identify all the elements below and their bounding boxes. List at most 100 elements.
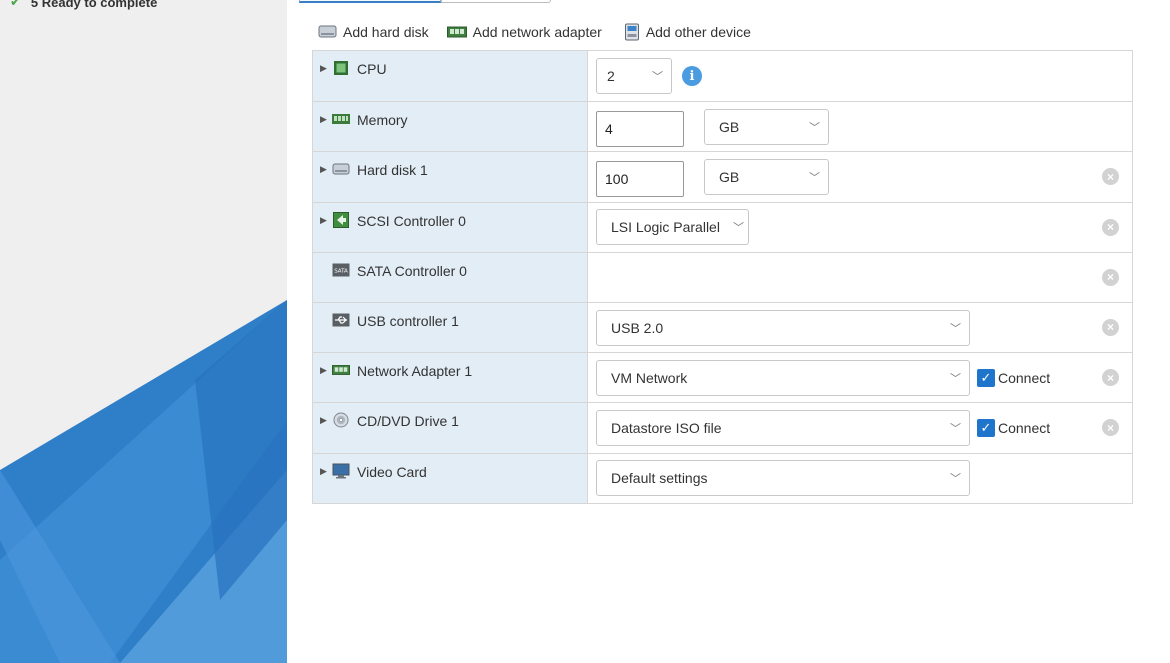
device-row-hard-disk: ▶ Hard disk 1 100 GB ﹀ × (313, 151, 1132, 202)
wizard-step-ready[interactable]: ✔ 5 Ready to complete (10, 0, 157, 10)
scsi-controller-icon (332, 211, 350, 228)
tab-virtual-hardware[interactable] (299, 0, 441, 3)
device-label-cell: ▶ CD/DVD Drive 1 (313, 403, 588, 453)
device-label-cell: ▶ Video Card (313, 453, 588, 503)
remove-device-icon[interactable]: × (1102, 318, 1119, 336)
device-label: SATA Controller 0 (357, 262, 467, 279)
remove-device-icon[interactable]: × (1102, 369, 1119, 387)
cpu-count-value: 2 (607, 68, 615, 85)
device-label: Video Card (357, 463, 427, 480)
device-value-cell: 4 GB ﹀ (588, 102, 1132, 151)
checkmark-icon: ✓ (977, 368, 995, 387)
tab-bar (299, 0, 551, 3)
connect-label: Connect (998, 419, 1051, 436)
device-value-cell: Default settings ﹀ (588, 454, 1132, 503)
device-label: Network Adapter 1 (357, 363, 473, 380)
device-label-cell: ▶ CPU (313, 51, 588, 102)
device-label: Hard disk 1 (357, 162, 428, 179)
expand-caret-icon[interactable]: ▶ (320, 114, 332, 125)
scsi-type-value: LSI Logic Parallel (611, 219, 720, 236)
device-value-cell: 100 GB ﹀ × (588, 152, 1132, 201)
add-other-device-label: Add other device (645, 24, 751, 40)
device-value-cell: Datastore ISO file ﹀ ✓ Connect × (588, 403, 1132, 452)
other-device-icon (624, 23, 639, 41)
chevron-down-icon: ﹀ (950, 473, 961, 486)
device-row-network-adapter: ▶ Network Adapter 1 VM Network ﹀ ✓ Conne… (313, 352, 1132, 403)
chevron-down-icon: ﹀ (950, 372, 961, 385)
device-value-cell: USB 2.0 ﹀ × (588, 303, 1132, 352)
device-label: SCSI Controller 0 (357, 212, 466, 229)
add-network-adapter-button[interactable]: Add network adapter (446, 24, 602, 40)
cd-dvd-icon (332, 412, 350, 428)
expand-caret-icon[interactable]: ▶ (320, 63, 332, 74)
device-row-video-card: ▶ Video Card Default settings ﹀ (313, 452, 1132, 503)
device-row-scsi-controller: ▶ SCSI Controller 0 LSI Logic Parallel ﹀… (313, 201, 1132, 252)
tab-vm-options[interactable] (441, 0, 551, 3)
remove-device-icon[interactable]: × (1102, 268, 1119, 286)
device-row-usb-controller: ▶ USB controller 1 USB 2.0 ﹀ × (313, 301, 1132, 353)
device-label-cell: ▶ Hard disk 1 (313, 152, 588, 202)
network-connect-checkbox[interactable]: ✓ Connect (977, 368, 1051, 387)
connect-label: Connect (998, 369, 1051, 386)
memory-unit-value: GB (719, 118, 740, 135)
device-label-cell: ▶ SATA SATA Controller 0 (313, 252, 588, 302)
network-adapter-icon (446, 26, 467, 38)
cd-dvd-source-value: Datastore ISO file (611, 419, 722, 436)
add-network-adapter-label: Add network adapter (472, 24, 602, 40)
remove-device-icon[interactable]: × (1102, 419, 1119, 437)
memory-icon (332, 111, 350, 127)
device-label: Memory (357, 112, 408, 129)
chevron-down-icon: ﹀ (950, 322, 961, 335)
virtual-hardware-grid: ▶ CPU 2 ﹀ i ▶ Memory 4 GB ﹀ ▶ Hard disk … (312, 50, 1133, 504)
add-hard-disk-button[interactable]: Add hard disk (318, 24, 429, 40)
cd-dvd-connect-checkbox[interactable]: ✓ Connect (977, 418, 1051, 437)
device-value-cell: VM Network ﹀ ✓ Connect × (588, 353, 1132, 402)
device-label-cell: ▶ SCSI Controller 0 (313, 202, 588, 252)
hard-disk-unit-select[interactable]: GB ﹀ (704, 158, 829, 195)
memory-unit-select[interactable]: GB ﹀ (704, 108, 829, 145)
remove-device-icon[interactable]: × (1102, 168, 1119, 186)
expand-caret-icon[interactable]: ▶ (320, 365, 332, 376)
add-other-device-button[interactable]: Add other device (624, 23, 751, 41)
expand-caret-icon[interactable]: ▶ (320, 466, 332, 477)
scsi-type-select[interactable]: LSI Logic Parallel ﹀ (596, 209, 749, 246)
video-settings-select[interactable]: Default settings ﹀ (596, 460, 970, 497)
network-select[interactable]: VM Network ﹀ (596, 359, 970, 396)
cd-dvd-source-select[interactable]: Datastore ISO file ﹀ (596, 409, 970, 446)
network-value: VM Network (611, 369, 688, 386)
remove-device-icon[interactable]: × (1102, 218, 1119, 236)
device-label: CD/DVD Drive 1 (357, 413, 459, 430)
hard-disk-icon (318, 25, 337, 38)
device-label: USB controller 1 (357, 312, 459, 329)
add-hard-disk-label: Add hard disk (343, 24, 429, 40)
wizard-sidebar: ✔ 5 Ready to complete (0, 0, 287, 663)
hard-disk-unit-value: GB (719, 168, 740, 185)
expand-caret-icon[interactable]: ▶ (320, 415, 332, 426)
expand-caret-icon[interactable]: ▶ (320, 215, 332, 226)
device-label-cell: ▶ Memory (313, 102, 588, 152)
video-settings-value: Default settings (611, 470, 708, 487)
hard-disk-icon (332, 161, 350, 177)
hard-disk-size-input[interactable]: 100 (596, 160, 684, 197)
chevron-down-icon: ﹀ (809, 121, 820, 134)
cpu-count-select[interactable]: 2 ﹀ (596, 58, 672, 95)
check-icon: ✔ (10, 0, 21, 9)
usb-version-select[interactable]: USB 2.0 ﹀ (596, 309, 970, 346)
device-label-cell: ▶ USB controller 1 (313, 302, 588, 353)
device-value-cell: 2 ﹀ i (588, 51, 1132, 101)
info-icon[interactable]: i (682, 66, 702, 87)
sidebar-decoration (0, 300, 287, 663)
chevron-down-icon: ﹀ (652, 71, 663, 84)
device-label-cell: ▶ Network Adapter 1 (313, 353, 588, 403)
device-value-cell: × (588, 253, 1132, 302)
checkmark-icon: ✓ (977, 418, 995, 437)
cpu-icon (332, 60, 350, 76)
expand-caret-icon[interactable]: ▶ (320, 164, 332, 175)
memory-size-input[interactable]: 4 (596, 110, 684, 147)
monitor-icon (332, 463, 350, 479)
device-row-cpu: ▶ CPU 2 ﹀ i (313, 51, 1132, 102)
device-toolbar: Add hard disk Add network adapter Add ot… (318, 21, 769, 43)
device-label: CPU (357, 61, 387, 77)
wizard-step-label: 5 Ready to complete (30, 0, 158, 10)
device-row-memory: ▶ Memory 4 GB ﹀ (313, 101, 1132, 152)
